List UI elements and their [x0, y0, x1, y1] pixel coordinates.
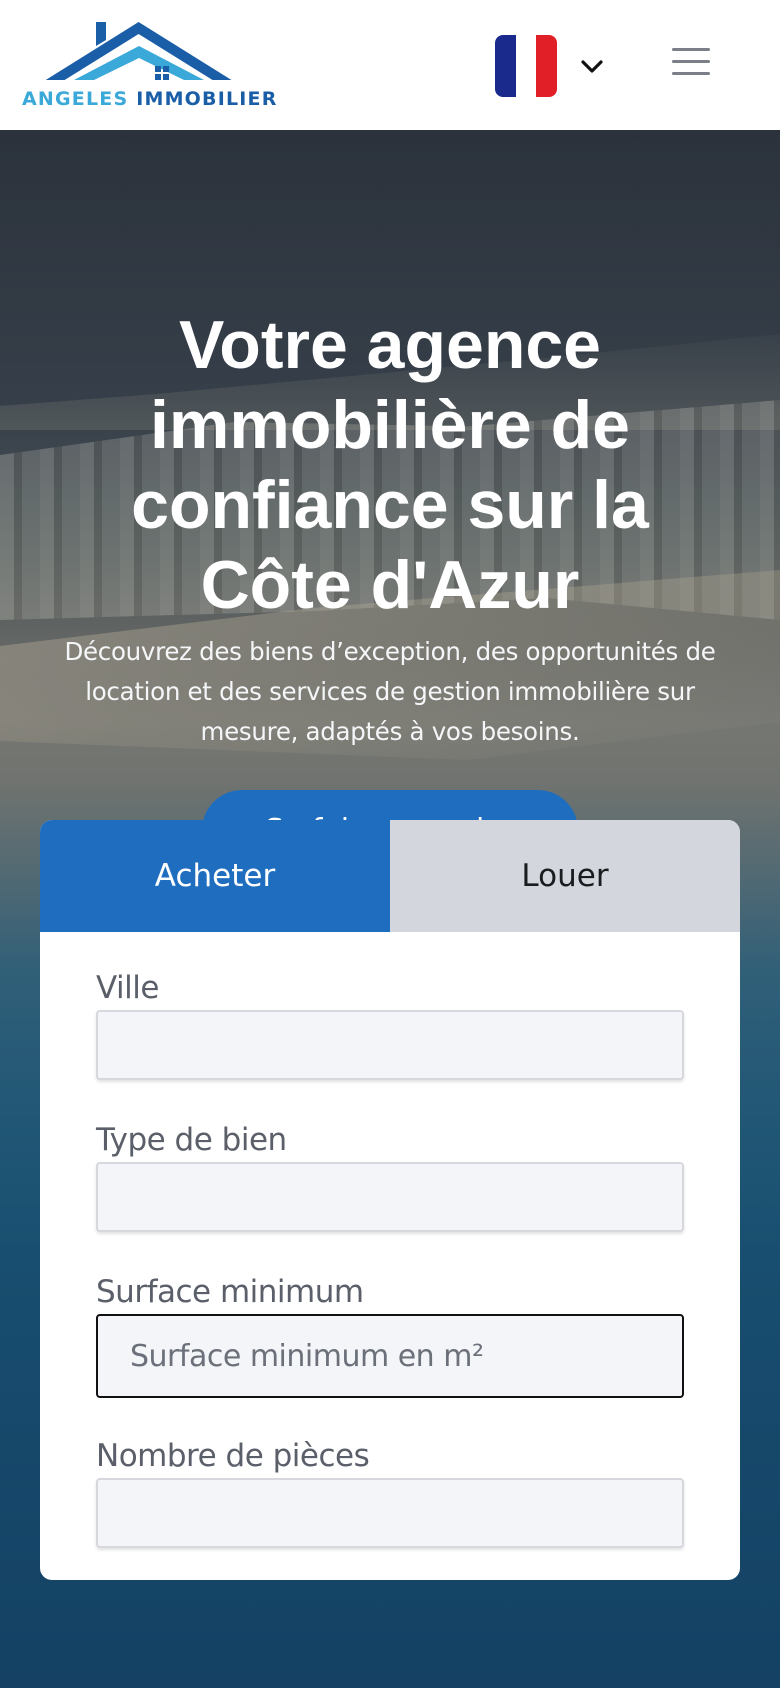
tab-acheter[interactable]: Acheter: [40, 820, 390, 932]
min-surface-label: Surface minimum: [96, 1274, 364, 1310]
language-selector[interactable]: [495, 35, 605, 97]
min-surface-field-group: Surface minimum: [96, 1274, 684, 1398]
logo-text: ANGELES IMMOBILIER: [22, 88, 278, 110]
logo-word-immobilier: IMMOBILIER: [136, 88, 278, 110]
site-header: ANGELES IMMOBILIER: [0, 0, 780, 130]
city-label: Ville: [96, 970, 159, 1006]
hero-subtitle: Découvrez des biens d’exception, des opp…: [64, 637, 716, 746]
angeles-immobilier-logo[interactable]: ANGELES IMMOBILIER: [22, 20, 276, 110]
hero-title: Votre agence immobilière de confiance su…: [131, 307, 649, 623]
house-roof-icon: [45, 22, 232, 80]
chevron-down-icon: [581, 60, 603, 73]
property-search-card: Acheter Louer Ville Type de bien Surface…: [40, 820, 740, 1580]
tab-louer[interactable]: Louer: [390, 820, 740, 932]
min-surface-input[interactable]: [96, 1314, 684, 1398]
rooms-label: Nombre de pièces: [96, 1438, 370, 1474]
logo-word-angeles: ANGELES: [22, 88, 129, 110]
city-select[interactable]: [96, 1010, 684, 1080]
city-field-group: Ville: [96, 970, 684, 1080]
fr-flag-icon: [495, 35, 557, 97]
property-type-field-group: Type de bien: [96, 1122, 684, 1232]
hamburger-menu-icon[interactable]: [672, 48, 712, 82]
rooms-select[interactable]: [96, 1478, 684, 1548]
property-type-select[interactable]: [96, 1162, 684, 1232]
rooms-field-group: Nombre de pièces: [96, 1438, 684, 1548]
search-tabs: Acheter Louer: [40, 820, 740, 932]
property-type-label: Type de bien: [96, 1122, 287, 1158]
